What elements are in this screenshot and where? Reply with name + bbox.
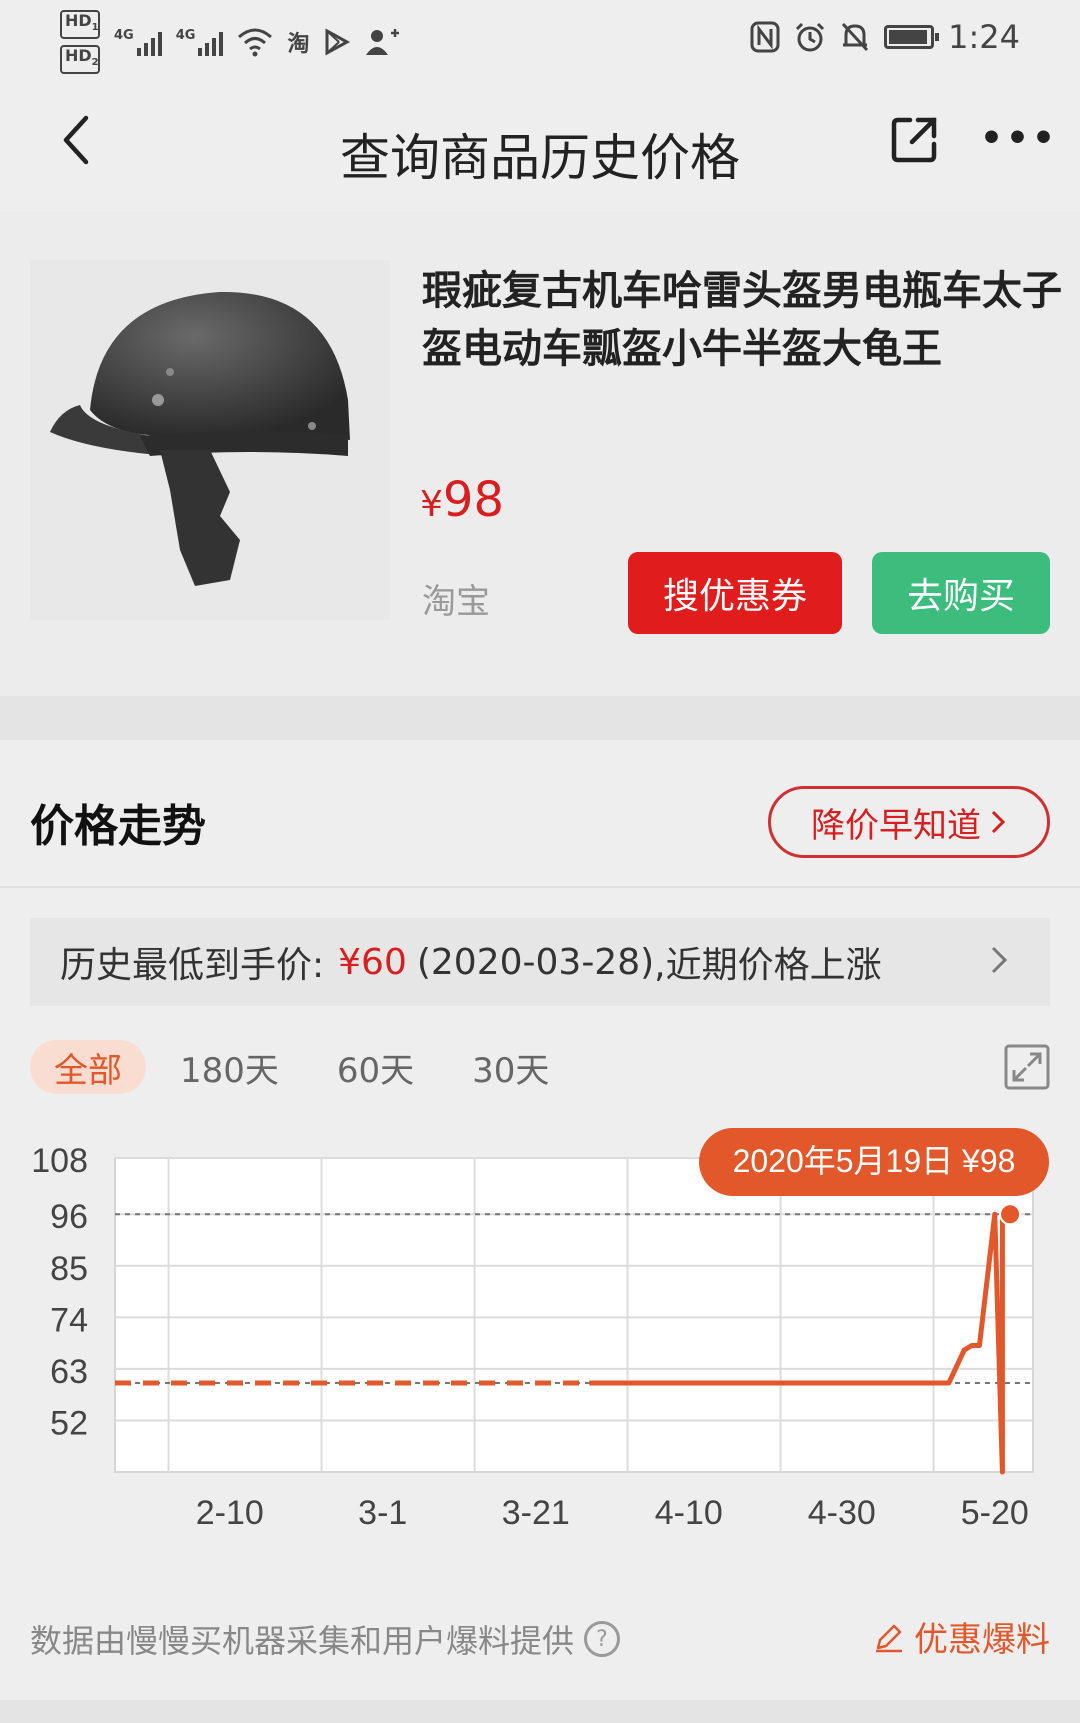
section-divider [0,696,1080,740]
lowest-date: (2020-03-28) [416,941,655,983]
chevron-right-icon [991,810,1006,834]
hd-indicators: HD1 HD2 [60,10,100,75]
y-tick-label: 108 [31,1142,88,1180]
clock: 1:24 [948,18,1020,56]
report-deal-link[interactable]: 优惠爆料 [872,1612,1050,1661]
range-tab-all[interactable]: 全部 [30,1040,146,1094]
alert-button-label: 降价早知道 [811,805,981,846]
chevron-right-icon [991,946,1008,974]
price-drop-alert-button[interactable]: 降价早知道 [768,786,1050,858]
tooltip-label: 2020年5月19日 ¥98 [733,1143,1016,1179]
product-card: 瑕疵复古机车哈雷头盔男电瓶车太子盔电动车瓢盔小牛半盔大龟王 ¥98 淘宝 搜优惠… [0,212,1080,696]
nav-bar: 查询商品历史价格 ••• [0,80,1080,212]
helmet-image [50,291,350,586]
fullscreen-icon[interactable] [1004,1044,1050,1090]
y-tick-label: 52 [50,1404,88,1442]
bottom-band [0,1700,1080,1723]
trend-separator [0,886,1080,888]
x-tick-label: 4-30 [808,1494,876,1532]
range-tabs: 全部 180天 60天 30天 [30,1040,583,1094]
footnote-text: 数据由慢慢买机器采集和用户爆料提供 [30,1622,575,1660]
range-tab-30[interactable]: 30天 [448,1040,573,1094]
y-tick-label: 85 [50,1250,88,1288]
x-tick-label: 4-10 [655,1494,723,1532]
x-tick-label: 2-10 [196,1494,264,1532]
lowest-price-banner[interactable]: 历史最低到手价: ¥60 (2020-03-28) ,近期价格上涨 [30,918,1050,1006]
signal2-icon: 4G [176,28,224,57]
x-tick-label: 3-21 [502,1494,570,1532]
plot-area [114,1157,1034,1473]
status-right: 1:24 [750,18,1020,56]
taobao-icon: 淘 [287,32,310,58]
store-name: 淘宝 [422,582,490,622]
report-label: 优惠爆料 [914,1620,1050,1660]
product-price: ¥98 [420,472,504,528]
lowest-note: ,近期价格上涨 [654,945,882,986]
hd2-icon: HD2 [60,45,100,75]
help-icon[interactable]: ? [584,1621,621,1657]
signal1-icon: 4G [114,28,162,57]
y-tick-label: 74 [50,1301,88,1339]
current-price-dot [999,1203,1022,1226]
x-tick-label: 5-20 [961,1494,1029,1532]
mute-icon [842,22,869,52]
lowest-label: 历史最低到手价: [60,945,325,986]
battery-icon [884,25,940,49]
status-left: HD1 HD2 4G 4G 淘 [60,10,400,75]
trend-title: 价格走势 [30,801,206,852]
alarm-icon [796,22,825,52]
price-chart[interactable]: 108 96 85 74 63 52 2-10 3-1 3-21 4-10 4-30 5-20 202… [0,1120,1080,1580]
product-title[interactable]: 瑕疵复古机车哈雷头盔男电瓶车太子盔电动车瓢盔小牛半盔大龟王 [422,262,1062,378]
share-icon[interactable] [888,114,940,166]
status-bar: HD1 HD2 4G 4G 淘 1:24 [0,0,1080,80]
hd1-icon: HD1 [60,10,100,40]
y-tick-label: 96 [50,1198,88,1236]
range-tab-60[interactable]: 60天 [313,1040,438,1094]
x-tick-label: 3-1 [358,1494,407,1532]
price-trend-section: 价格走势 降价早知道 历史最低到手价: ¥60 (2020-03-28) ,近期… [0,740,1080,1700]
wifi-icon [238,28,273,57]
add-user-icon [366,29,400,56]
more-menu-icon[interactable]: ••• [980,118,1058,159]
buy-button[interactable]: 去购买 [872,552,1050,634]
play-store-icon [325,28,351,56]
y-tick-label: 63 [50,1353,88,1391]
nfc-icon [750,21,780,53]
search-coupon-button[interactable]: 搜优惠券 [628,552,842,634]
range-tab-180[interactable]: 180天 [156,1040,303,1094]
edit-pencil-icon [876,1624,902,1652]
data-source-note: 数据由慢慢买机器采集和用户爆料提供 ? [30,1616,621,1662]
product-image[interactable] [30,260,390,620]
lowest-price: ¥60 [338,941,407,983]
